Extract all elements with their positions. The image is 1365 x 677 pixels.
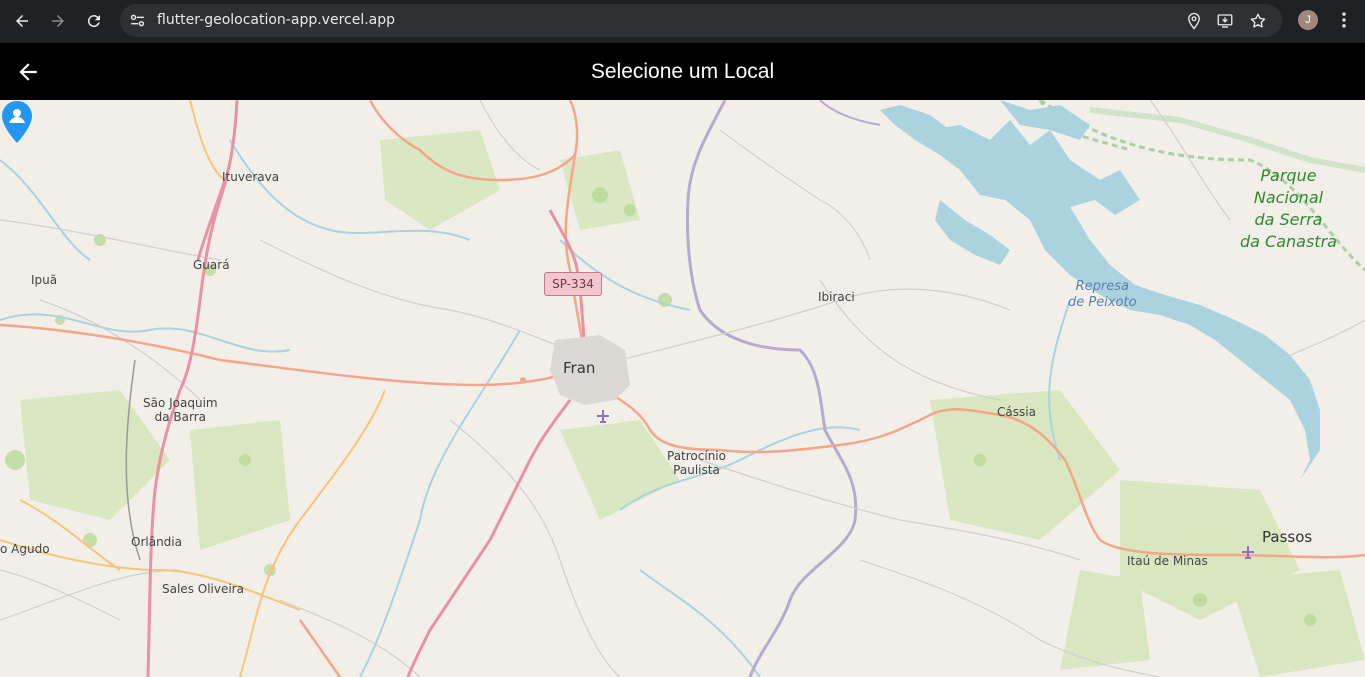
back-button[interactable]: [9, 8, 35, 34]
browser-toolbar: flutter-geolocation-app.vercel.app J: [0, 0, 1365, 43]
label-sales-oliveira: Sales Oliveira: [162, 582, 244, 596]
location-marker-icon[interactable]: [0, 100, 34, 144]
reload-button[interactable]: [81, 8, 107, 34]
location-icon[interactable]: [1185, 12, 1203, 30]
forward-button[interactable]: [45, 8, 71, 34]
forward-icon: [52, 15, 64, 27]
label-itau-de-minas: Itaú de Minas: [1127, 554, 1208, 568]
label-ituverava: Ituverava: [222, 170, 280, 184]
label-sao-joaquim: São Joaquim da Barra: [143, 396, 218, 424]
bookmark-star-icon[interactable]: [1249, 12, 1267, 30]
label-passos: Passos: [1262, 528, 1313, 546]
label-agudo: o Agudo: [0, 542, 50, 556]
profile-avatar[interactable]: J: [1298, 10, 1318, 30]
url-text[interactable]: flutter-geolocation-app.vercel.app: [157, 12, 395, 28]
label-guara: Guará: [193, 258, 230, 272]
road-shield-sp334: SP-334: [544, 272, 602, 296]
label-parque-nacional: Parque Nacional da Serra da Canastra: [1240, 166, 1337, 251]
install-icon[interactable]: [1216, 12, 1234, 30]
label-ibiraci: Ibiraci: [818, 290, 855, 304]
label-cassia: Cássia: [997, 405, 1036, 419]
label-franca: Fran: [563, 359, 596, 377]
page-title: Selecione um Local: [590, 60, 775, 83]
label-represa-peixoto: Represa de Peixoto: [1068, 279, 1137, 310]
back-icon: [16, 15, 28, 27]
address-bar[interactable]: flutter-geolocation-app.vercel.app: [120, 4, 1282, 37]
app-bar: Selecione um Local: [0, 43, 1365, 100]
site-info-icon[interactable]: [128, 11, 147, 30]
reload-icon: [87, 15, 100, 28]
label-patrocinio: Patrocínio Paulista: [667, 449, 726, 477]
map-view[interactable]: Ituverava Guará Ipuã São Joaquim da Barr…: [0, 100, 1365, 677]
menu-icon[interactable]: [1334, 10, 1354, 30]
label-orlandia: Orlândia: [131, 535, 182, 549]
label-ipua: Ipuã: [31, 273, 58, 287]
